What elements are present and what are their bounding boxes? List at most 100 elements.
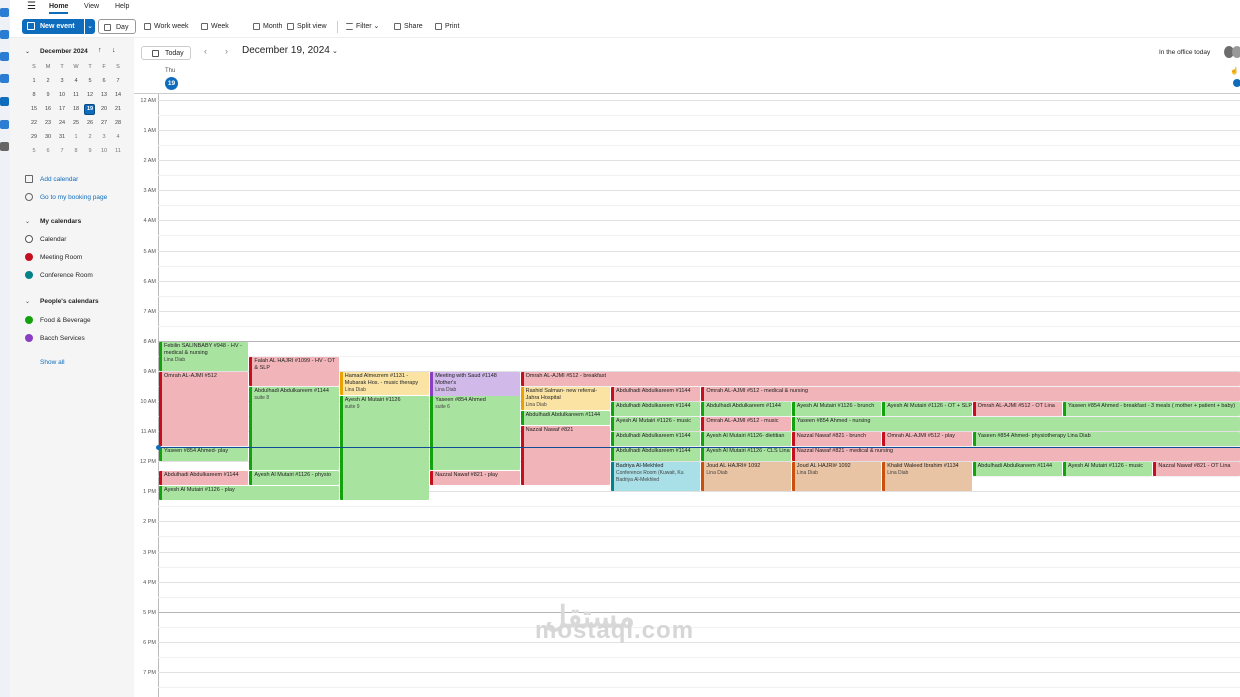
mini-calendar-day[interactable]: 17	[55, 106, 69, 112]
tab-home[interactable]: Home	[49, 3, 69, 14]
work-week-button[interactable]: Work week	[143, 19, 189, 34]
mini-calendar-day[interactable]: 7	[55, 148, 69, 154]
calendar-event[interactable]: Abdulhadi Abdulkareem #1144	[611, 432, 701, 447]
mail-icon[interactable]	[0, 8, 9, 17]
print-button[interactable]: Print	[434, 19, 459, 34]
calendar-icon[interactable]	[0, 30, 9, 39]
calendar-event[interactable]: Ayesh Al Mutairi #1126 - OT + SLP	[882, 402, 972, 417]
calendar-event[interactable]: Abdulhadi Abdulkareem #1144	[611, 402, 701, 417]
mini-calendar-day[interactable]: 7	[111, 78, 125, 84]
chevron-down-icon[interactable]: ⌄	[25, 298, 30, 305]
calendar-event[interactable]: Abdulhadi Abdulkareem #1144 suite 8	[249, 386, 339, 471]
split-view-button[interactable]: Split view	[286, 19, 327, 34]
calendar-event[interactable]: Yaseen #854 Ahmed - nursing	[791, 417, 1240, 432]
calendar-event[interactable]: Joud AL HAJRI# 1092 Lina Diab	[791, 462, 882, 492]
mini-calendar-day[interactable]: 10	[97, 148, 111, 154]
calendar-event[interactable]: Ayesh Al Mutairi #1126 suite 9	[339, 395, 430, 501]
calendar-event[interactable]: Ayesh Al Mutairi #1126 - brunch	[791, 402, 882, 417]
arrow-up-icon[interactable]: ↑	[98, 47, 102, 54]
date-title[interactable]: December 19, 2024	[242, 45, 330, 56]
calendar-item[interactable]: Calendar	[40, 236, 66, 243]
calendar-event[interactable]: Nazzal Nawaf #821	[520, 426, 610, 486]
mini-calendar-day[interactable]: 26	[83, 120, 97, 126]
calendar-event[interactable]: Abdulhadi Abdulkareem #1144	[611, 386, 701, 401]
calendar-event[interactable]: Yaseen #854 Ahmed - breakfast - 3 meals …	[1063, 402, 1240, 417]
new-event-button[interactable]: New event	[22, 19, 84, 34]
calendar-color-dot[interactable]	[25, 316, 33, 324]
calendar-event[interactable]: Ayesh Al Mutairi #1126 - CLS Lina	[701, 447, 791, 462]
mini-calendar-day[interactable]: 30	[41, 134, 55, 140]
calendar-event[interactable]: Nazzal Nawaf #821 - OT Lina	[1153, 462, 1240, 477]
calendar-event[interactable]: Yaseen #854 Ahmed- physiotherapy Lina Di…	[972, 432, 1240, 447]
mini-calendar-day[interactable]: 8	[27, 92, 41, 98]
mini-calendar-day[interactable]: 8	[69, 148, 83, 154]
mini-calendar-day[interactable]: 4	[111, 134, 125, 140]
mini-calendar-day[interactable]: 3	[55, 78, 69, 84]
groups-icon[interactable]	[0, 74, 9, 83]
calendar-event[interactable]: Omrah AL-AJMI #512	[159, 371, 249, 447]
calendar-event[interactable]: Joud AL HAJRI# 1092 Lina Diab	[701, 462, 791, 492]
mini-calendar-day[interactable]: 2	[83, 134, 97, 140]
calendar-event[interactable]: Abdulhadi Abdulkareem #1144	[159, 471, 249, 486]
onedrive-icon[interactable]	[0, 120, 9, 129]
mini-calendar-day[interactable]: 21	[111, 106, 125, 112]
mini-calendar-day[interactable]: 11	[69, 92, 83, 98]
mini-calendar-day[interactable]: 3	[97, 134, 111, 140]
new-event-dropdown[interactable]: ⌄	[85, 19, 95, 34]
calendar-event[interactable]: Abdulhadi Abdulkareem #1144	[611, 447, 701, 462]
mini-calendar-day[interactable]: 10	[55, 92, 69, 98]
arrow-down-icon[interactable]: ↓	[112, 47, 116, 54]
calendar-color-dot[interactable]	[25, 235, 33, 243]
mini-calendar-day[interactable]: 9	[41, 92, 55, 98]
week-button[interactable]: Week	[200, 19, 229, 34]
day-grid[interactable]: 12 AM 1 AM 2 AM 3 AM 4 AM 5 AM 6 AM 7 AM 8 AM 9 A…	[134, 94, 1240, 697]
month-button[interactable]: Month	[252, 19, 282, 34]
calendar-event[interactable]: Falah AL HAJRI #1099 - HV - OT & SLP	[249, 356, 339, 386]
mini-calendar-day[interactable]: 24	[55, 120, 69, 126]
mini-calendar-day[interactable]: 16	[41, 106, 55, 112]
avatar[interactable]	[1232, 46, 1240, 58]
mini-calendar-day[interactable]: 11	[111, 148, 125, 154]
tab-view[interactable]: View	[84, 3, 99, 10]
calendar-color-dot[interactable]	[25, 271, 33, 279]
calendar-event[interactable]: Yaseen #854 Ahmed suite 6	[430, 395, 520, 471]
calendar-event[interactable]: Ayesh Al Mutairi #1126 - physio	[249, 471, 339, 486]
previous-day-icon[interactable]: ‹	[204, 46, 207, 56]
tab-help[interactable]: Help	[115, 3, 129, 10]
booking-page-link[interactable]: Go to my booking page	[40, 194, 107, 201]
calendar-event[interactable]: Omrah AL-AJMI #512 - OT Lina	[972, 402, 1062, 417]
mini-calendar-day[interactable]: 4	[69, 78, 83, 84]
calendar-event[interactable]: Omrah AL-AJMI #512 - music	[701, 417, 791, 432]
mini-calendar-day[interactable]: 14	[111, 92, 125, 98]
mini-calendar-day[interactable]: 15	[27, 106, 41, 112]
my-calendars-heading[interactable]: My calendars	[40, 218, 81, 225]
todo-icon[interactable]	[0, 97, 9, 106]
calendar-event[interactable]: Khalid Waleed Ibrahim #1134 Lina Diab	[882, 462, 972, 492]
calendar-event[interactable]: Rashid Salman- new referral- Jahra Hospi…	[520, 386, 610, 411]
next-day-icon[interactable]: ›	[225, 46, 228, 56]
mini-calendar-day[interactable]: 18	[69, 106, 83, 112]
mini-calendar-day[interactable]: 1	[69, 134, 83, 140]
mini-calendar-day[interactable]: 9	[83, 148, 97, 154]
calendar-event[interactable]: Omrah AL-AJMI #512 - breakfast	[520, 371, 1240, 386]
calendar-item[interactable]: Conference Room	[40, 272, 93, 279]
mini-calendar-day[interactable]: 6	[97, 78, 111, 84]
mini-calendar-day[interactable]: 19	[83, 106, 97, 112]
calendar-event[interactable]: Ayesh Al Mutairi #1126- dietitian	[701, 432, 791, 447]
people-icon[interactable]	[0, 52, 9, 61]
mini-calendar-day[interactable]: 28	[111, 120, 125, 126]
calendar-event[interactable]: Nazzal Nawaf #821 - play	[430, 471, 520, 486]
chevron-down-icon[interactable]: ⌄	[25, 218, 30, 225]
calendar-event[interactable]: Ayesh Al Mutairi #1126 - music	[611, 417, 701, 432]
show-all-link[interactable]: Show all	[40, 359, 65, 366]
calendar-color-dot[interactable]	[25, 253, 33, 261]
calendar-event[interactable]: Omrah AL-AJMI #512 - play	[882, 432, 972, 447]
mini-calendar-day[interactable]: 13	[97, 92, 111, 98]
calendar-item[interactable]: Bacch Services	[40, 335, 85, 342]
mini-calendar-day[interactable]: 25	[69, 120, 83, 126]
mini-calendar-day[interactable]: 20	[97, 106, 111, 112]
calendar-event[interactable]: Nazzal Nawaf #821 - brunch	[791, 432, 882, 447]
calendar-event[interactable]: Abdulhadi Abdulkareem #1144	[701, 402, 791, 417]
mini-calendar-day[interactable]: 31	[55, 134, 69, 140]
calendar-event[interactable]: Ayesh Al Mutairi #1126 - play	[159, 486, 339, 501]
